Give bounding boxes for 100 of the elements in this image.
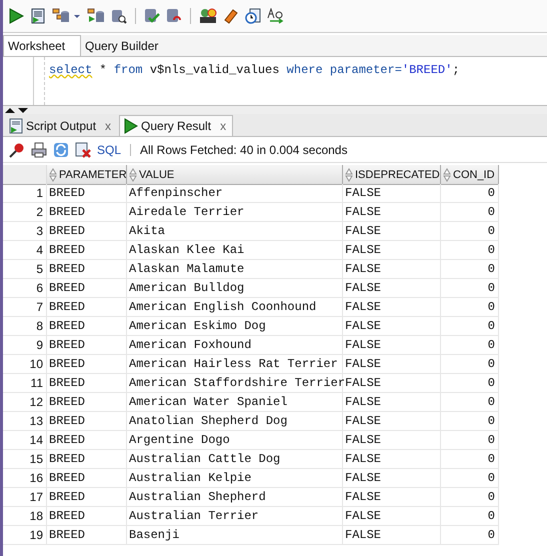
column-header[interactable]: VALUE bbox=[127, 165, 343, 185]
column-header[interactable]: PARAMETER bbox=[47, 165, 127, 185]
table-cell: Alaskan Malamute bbox=[127, 260, 343, 279]
tab-label: Query Result bbox=[141, 119, 212, 133]
table-cell: 0 bbox=[441, 355, 499, 374]
table-cell: BREED bbox=[47, 507, 127, 526]
row-number: 1 bbox=[3, 184, 47, 203]
table-cell: FALSE bbox=[343, 317, 441, 336]
database-icon[interactable] bbox=[52, 8, 70, 24]
table-cell: FALSE bbox=[343, 431, 441, 450]
table-cell: 0 bbox=[441, 184, 499, 203]
table-cell: BREED bbox=[47, 393, 127, 412]
row-number: 16 bbox=[3, 469, 47, 488]
database-icon[interactable] bbox=[87, 8, 105, 24]
table-cell: BREED bbox=[47, 469, 127, 488]
fetch-status: All Rows Fetched: 40 in 0.004 seconds bbox=[140, 142, 348, 156]
refresh-icon[interactable] bbox=[53, 142, 69, 158]
table-cell: FALSE bbox=[343, 260, 441, 279]
editor-tab[interactable]: Query Builder bbox=[81, 35, 168, 56]
row-number: 10 bbox=[3, 355, 47, 374]
table-cell: FALSE bbox=[343, 355, 441, 374]
database-check-icon[interactable] bbox=[144, 8, 160, 24]
row-number: 5 bbox=[3, 260, 47, 279]
row-number: 15 bbox=[3, 450, 47, 469]
table-cell: Alaskan Klee Kai bbox=[127, 241, 343, 260]
table-cell: 0 bbox=[441, 241, 499, 260]
collapse-arrows-icon[interactable] bbox=[3, 107, 31, 113]
table-cell: American Hairless Rat Terrier bbox=[127, 355, 343, 374]
script-document-icon bbox=[9, 118, 23, 134]
row-number: 18 bbox=[3, 507, 47, 526]
font-case-icon[interactable] bbox=[267, 8, 285, 24]
sort-icon[interactable] bbox=[345, 168, 353, 182]
table-cell: BREED bbox=[47, 488, 127, 507]
table-cell: Airedale Terrier bbox=[127, 203, 343, 222]
table-cell: Anatolian Shepherd Dog bbox=[127, 412, 343, 431]
table-cell: 0 bbox=[441, 431, 499, 450]
row-number: 7 bbox=[3, 298, 47, 317]
table-cell: 0 bbox=[441, 203, 499, 222]
clock-document-icon[interactable] bbox=[245, 8, 261, 24]
table-cell: BREED bbox=[47, 317, 127, 336]
table-cell: American English Coonhound bbox=[127, 298, 343, 317]
delete-grid-icon[interactable] bbox=[75, 142, 91, 158]
database-search-icon[interactable] bbox=[111, 8, 127, 24]
table-cell: 0 bbox=[441, 222, 499, 241]
table-cell: 0 bbox=[441, 279, 499, 298]
result-tab[interactable]: Query Result x bbox=[119, 115, 234, 136]
result-tab[interactable]: Script Output x bbox=[5, 116, 118, 136]
printer-icon[interactable] bbox=[31, 142, 47, 158]
close-tab-button[interactable]: x bbox=[220, 119, 226, 133]
table-cell: American Eskimo Dog bbox=[127, 317, 343, 336]
table-cell: FALSE bbox=[343, 412, 441, 431]
table-cell: FALSE bbox=[343, 526, 441, 545]
table-cell: FALSE bbox=[343, 222, 441, 241]
run-icon[interactable] bbox=[8, 8, 24, 24]
table-cell: BREED bbox=[47, 260, 127, 279]
sort-icon[interactable] bbox=[49, 168, 57, 182]
table-cell: FALSE bbox=[343, 507, 441, 526]
table-cell: American Bulldog bbox=[127, 279, 343, 298]
row-number: 19 bbox=[3, 526, 47, 545]
table-cell: Australian Cattle Dog bbox=[127, 450, 343, 469]
table-cell: FALSE bbox=[343, 298, 441, 317]
row-number: 4 bbox=[3, 241, 47, 260]
column-header[interactable]: CON_ID bbox=[441, 165, 499, 185]
table-cell: 0 bbox=[441, 393, 499, 412]
eraser-icon[interactable] bbox=[223, 8, 239, 24]
table-cell: FALSE bbox=[343, 336, 441, 355]
table-cell: 0 bbox=[441, 336, 499, 355]
sort-icon[interactable] bbox=[129, 168, 137, 182]
table-cell: FALSE bbox=[343, 241, 441, 260]
table-cell: Affenpinscher bbox=[127, 184, 343, 203]
row-number: 2 bbox=[3, 203, 47, 222]
sort-icon[interactable] bbox=[443, 168, 451, 182]
table-cell: Australian Shepherd bbox=[127, 488, 343, 507]
table-cell: 0 bbox=[441, 488, 499, 507]
pin-icon[interactable] bbox=[9, 142, 25, 158]
table-cell: 0 bbox=[441, 507, 499, 526]
row-number: 11 bbox=[3, 374, 47, 393]
table-cell: BREED bbox=[47, 203, 127, 222]
editor-tab[interactable]: Worksheet bbox=[3, 35, 81, 56]
table-cell: 0 bbox=[441, 260, 499, 279]
table-cell: BREED bbox=[47, 526, 127, 545]
sql-link[interactable]: SQL bbox=[97, 142, 122, 156]
run-script-icon[interactable] bbox=[30, 8, 46, 24]
table-cell: 0 bbox=[441, 317, 499, 336]
row-number: 13 bbox=[3, 412, 47, 431]
table-cell: 0 bbox=[441, 469, 499, 488]
column-header[interactable]: ISDEPRECATED bbox=[343, 165, 441, 185]
sql-code[interactable]: select * from v$nls_valid_values where parameter='BREED'; bbox=[44, 57, 460, 105]
table-cell: Argentine Dogo bbox=[127, 431, 343, 450]
table-cell: Australian Terrier bbox=[127, 507, 343, 526]
table-cell: FALSE bbox=[343, 488, 441, 507]
row-number: 14 bbox=[3, 431, 47, 450]
table-cell: BREED bbox=[47, 184, 127, 203]
close-tab-button[interactable]: x bbox=[105, 119, 112, 133]
database-undo-icon[interactable] bbox=[166, 8, 182, 24]
table-cell: FALSE bbox=[343, 374, 441, 393]
row-number: 6 bbox=[3, 279, 47, 298]
row-number: 9 bbox=[3, 336, 47, 355]
table-cell: FALSE bbox=[343, 450, 441, 469]
table-cell: American Foxhound bbox=[127, 336, 343, 355]
